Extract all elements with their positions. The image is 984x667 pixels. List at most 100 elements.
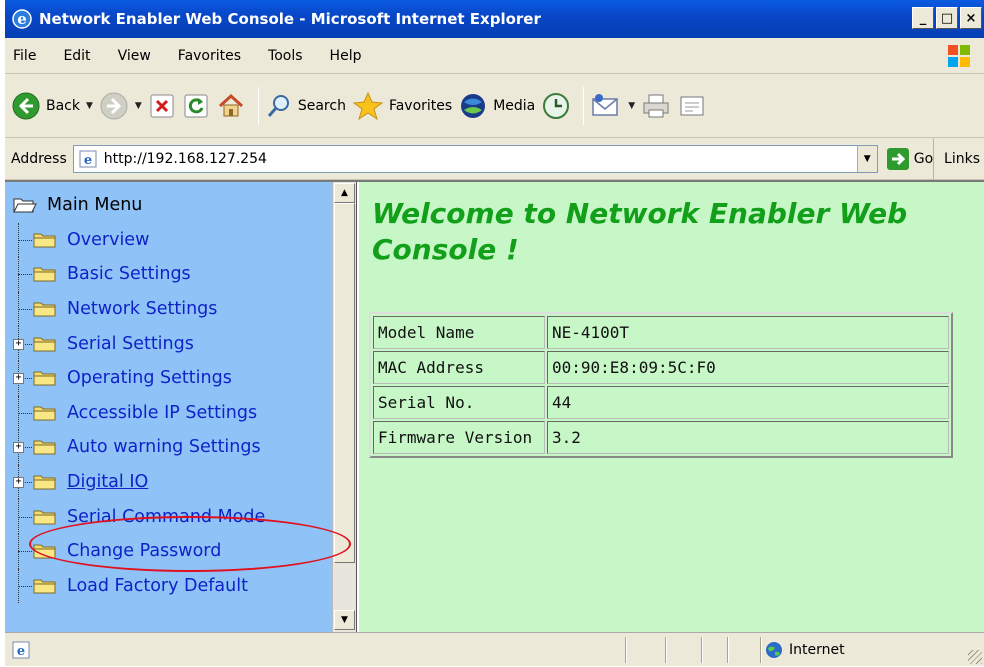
- chevron-down-icon[interactable]: ▼: [628, 101, 635, 111]
- sidebar-item[interactable]: Overview: [13, 222, 265, 258]
- menu-tools[interactable]: Tools: [268, 48, 303, 64]
- windows-logo-icon: [948, 45, 970, 67]
- tree-connector: [18, 516, 32, 518]
- go-button[interactable]: Go: [886, 147, 933, 171]
- tree-connector: [18, 309, 32, 311]
- links-button[interactable]: Links: [933, 138, 980, 180]
- table-row: Model Name NE-4100T: [373, 316, 949, 349]
- tree-root[interactable]: Main Menu: [13, 188, 265, 223]
- history-button[interactable]: [541, 91, 571, 121]
- menu-file[interactable]: File: [13, 48, 36, 64]
- folder-icon: [33, 371, 56, 386]
- media-icon: [461, 93, 486, 118]
- stop-icon: [150, 94, 174, 117]
- sidebar-item[interactable]: Change Password: [13, 533, 265, 569]
- address-url: http://192.168.127.254: [103, 150, 267, 167]
- folder-icon: [33, 579, 56, 594]
- tree-connector: [18, 412, 32, 414]
- favorites-button[interactable]: Favorites: [352, 91, 452, 121]
- favorites-star-icon: [352, 91, 384, 120]
- maximize-button[interactable]: □: [936, 7, 958, 29]
- sidebar-scrollbar[interactable]: ▲ ▼: [332, 182, 356, 632]
- info-key: Serial No.: [373, 386, 545, 419]
- main-frame: Welcome to Network Enabler Web Console !…: [359, 182, 984, 632]
- stop-button[interactable]: [148, 92, 176, 120]
- sidebar-item-label: Serial Command Mode: [67, 506, 266, 527]
- scroll-down-icon[interactable]: ▼: [334, 610, 355, 630]
- home-button[interactable]: [216, 91, 246, 121]
- window-title: Network Enabler Web Console - Microsoft …: [39, 10, 541, 28]
- info-value: 44: [547, 386, 949, 419]
- ie-page-icon: e: [79, 150, 97, 168]
- table-row: Firmware Version 3.2: [373, 421, 949, 454]
- folder-icon: [33, 440, 56, 455]
- menu-favorites[interactable]: Favorites: [178, 48, 241, 64]
- mail-button[interactable]: ▼: [590, 92, 635, 120]
- edit-button[interactable]: [677, 92, 707, 120]
- menu-edit[interactable]: Edit: [63, 48, 90, 64]
- refresh-icon: [184, 94, 208, 117]
- status-pane: [727, 637, 729, 663]
- tree-root-label: Main Menu: [47, 195, 143, 216]
- forward-button[interactable]: ▼: [99, 91, 142, 121]
- navigation-frame: Main Menu Overview Basic Settings Network …: [5, 182, 357, 632]
- info-key: Model Name: [373, 316, 545, 349]
- menu-tree: Main Menu Overview Basic Settings Network …: [13, 188, 265, 604]
- sidebar-item[interactable]: Accessible IP Settings: [13, 395, 265, 431]
- sidebar-item[interactable]: Basic Settings: [13, 257, 265, 292]
- printer-icon: [643, 94, 669, 117]
- resize-grip-icon[interactable]: [968, 650, 982, 664]
- address-bar: Address e http://192.168.127.254 ▼ Go Li…: [5, 138, 984, 180]
- address-label: Address: [11, 150, 67, 167]
- info-value: 00:90:E8:09:5C:F0: [547, 351, 949, 384]
- internet-globe-icon: [766, 642, 782, 658]
- media-button[interactable]: Media: [458, 91, 535, 121]
- chevron-down-icon[interactable]: ▼: [135, 101, 142, 111]
- sidebar-item[interactable]: Serial Command Mode: [13, 499, 265, 534]
- status-pane: [701, 637, 703, 663]
- zone-label: Internet: [789, 642, 845, 658]
- back-button[interactable]: Back ▼: [11, 91, 93, 121]
- sidebar-item[interactable]: + Serial Settings: [13, 326, 265, 361]
- sidebar-item[interactable]: + Auto warning Settings: [13, 430, 265, 465]
- expand-plus-icon[interactable]: +: [13, 338, 24, 350]
- minimize-button[interactable]: _: [912, 7, 934, 29]
- scrollbar-thumb[interactable]: [334, 203, 355, 563]
- menu-view[interactable]: View: [118, 48, 151, 64]
- welcome-heading: Welcome to Network Enabler Web Console !: [372, 197, 908, 266]
- toolbar-separator: [257, 86, 259, 125]
- status-pane: [625, 637, 627, 663]
- sidebar-item[interactable]: Load Factory Default: [13, 568, 265, 604]
- chevron-down-icon[interactable]: ▼: [86, 101, 93, 111]
- print-button[interactable]: [641, 92, 671, 120]
- sidebar-item[interactable]: + Operating Settings: [13, 360, 265, 396]
- close-button[interactable]: ×: [960, 7, 982, 29]
- sidebar-item[interactable]: Network Settings: [13, 291, 265, 327]
- edit-document-icon: [680, 96, 704, 115]
- tree-connector: [18, 585, 32, 587]
- scroll-up-icon[interactable]: ▲: [334, 183, 355, 203]
- expand-plus-icon[interactable]: +: [13, 373, 24, 385]
- svg-text:e: e: [17, 10, 27, 28]
- address-dropdown-icon[interactable]: ▼: [856, 145, 877, 172]
- folder-icon: [33, 510, 56, 525]
- sidebar-item-label: Basic Settings: [67, 264, 191, 285]
- tree-connector: [18, 551, 32, 553]
- expand-plus-icon[interactable]: +: [13, 477, 24, 489]
- svg-text:e: e: [84, 153, 92, 168]
- sidebar-item-label: Network Settings: [67, 299, 218, 320]
- toolbar-separator: [583, 86, 585, 125]
- folder-icon: [33, 475, 56, 490]
- sidebar-item-label: Auto warning Settings: [67, 437, 261, 458]
- info-key: MAC Address: [373, 351, 545, 384]
- search-icon: [267, 94, 289, 117]
- expand-plus-icon[interactable]: +: [13, 442, 24, 454]
- sidebar-item-label: Change Password: [67, 541, 222, 562]
- address-input[interactable]: e http://192.168.127.254 ▼: [72, 144, 878, 173]
- folder-icon: [33, 337, 56, 352]
- sidebar-item-label: Operating Settings: [67, 368, 232, 389]
- sidebar-item[interactable]: + Digital IO: [13, 464, 265, 500]
- search-button[interactable]: Search: [265, 92, 346, 120]
- menu-help[interactable]: Help: [330, 48, 362, 64]
- refresh-button[interactable]: [182, 92, 210, 120]
